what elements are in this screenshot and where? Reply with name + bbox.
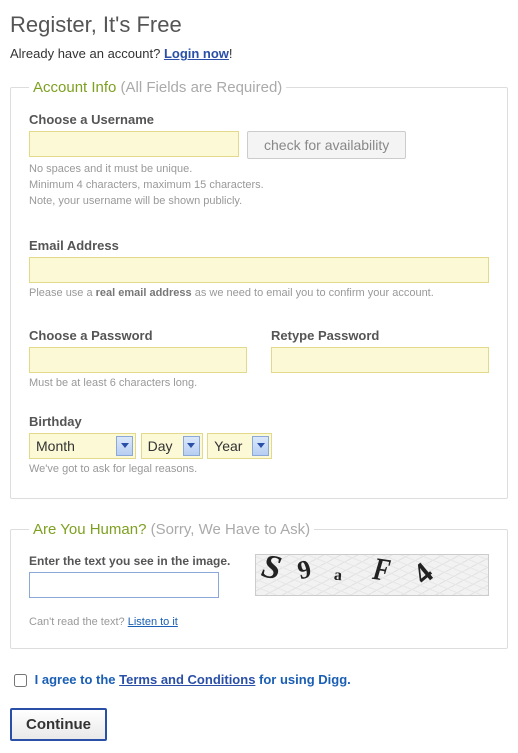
listen-link[interactable]: Listen to it [128,616,178,628]
username-hint-1: No spaces and it must be unique. [29,162,489,178]
legend-main: Account Info [33,79,116,96]
already-text: Already have an account? [10,46,164,61]
chevron-down-icon [116,436,133,456]
terms-link[interactable]: Terms and Conditions [119,672,255,687]
agree-post: for using Digg. [255,672,350,687]
captcha-char: S [258,554,284,589]
password-label: Choose a Password [29,328,247,343]
month-select[interactable]: Month [29,433,136,459]
birthday-hint: We've got to ask for legal reasons. [29,462,489,478]
username-hint: No spaces and it must be unique. Minimum… [29,162,489,210]
subheading: Already have an account? Login now! [10,46,508,61]
legend-sub: (All Fields are Required) [116,79,282,96]
username-label: Choose a Username [29,112,489,127]
year-select[interactable]: Year [207,433,272,459]
email-input[interactable] [29,257,489,283]
captcha-hint: Can't read the text? Listen to it [29,616,489,628]
birthday-selects: Month Day Year [29,433,489,459]
password-hint: Must be at least 6 characters long. [29,376,247,392]
email-label: Email Address [29,238,489,253]
year-value: Year [214,438,242,454]
login-link[interactable]: Login now [164,46,229,61]
day-value: Day [148,438,173,454]
captcha-char: F [371,554,393,589]
human-legend: Are You Human? (Sorry, We Have to Ask) [29,521,314,538]
username-hint-3: Note, your username will be shown public… [29,194,489,210]
retype-password-input[interactable] [271,347,489,373]
chevron-down-icon [252,436,269,456]
continue-button[interactable]: Continue [10,708,107,741]
captcha-input[interactable] [29,572,219,598]
chevron-down-icon [183,436,200,456]
are-you-human-section: Are You Human? (Sorry, We Have to Ask) E… [10,521,508,649]
captcha-char: 9 [295,554,315,586]
day-select[interactable]: Day [141,433,203,459]
agree-label[interactable]: I agree to the Terms and Conditions for … [35,672,351,687]
page-title: Register, It's Free [10,12,508,38]
password-input[interactable] [29,347,247,373]
username-hint-2: Minimum 4 characters, maximum 15 charact… [29,178,489,194]
email-hint-em: real email address [96,287,192,299]
captcha-image: S 9 a F 4 [255,554,489,596]
legend-main: Are You Human? [33,521,146,538]
check-availability-button[interactable]: check for availability [247,131,406,159]
birthday-label: Birthday [29,414,489,429]
account-info-section: Account Info (All Fields are Required) C… [10,79,508,499]
exclaim: ! [229,46,233,61]
retype-password-label: Retype Password [271,328,489,343]
agree-checkbox[interactable] [14,674,27,687]
username-input[interactable] [29,131,239,157]
legend-sub: (Sorry, We Have to Ask) [146,521,310,538]
captcha-hint-pre: Can't read the text? [29,616,128,628]
email-hint: Please use a real email address as we ne… [29,286,489,302]
month-value: Month [36,438,106,454]
email-hint-post: as we need to email you to confirm your … [192,287,434,299]
agree-row: I agree to the Terms and Conditions for … [10,671,508,690]
captcha-char: 4 [407,556,440,592]
email-hint-pre: Please use a [29,287,96,299]
captcha-label: Enter the text you see in the image. [29,554,249,568]
account-info-legend: Account Info (All Fields are Required) [29,79,286,96]
agree-pre: I agree to the [35,672,120,687]
captcha-char: a [333,566,343,585]
